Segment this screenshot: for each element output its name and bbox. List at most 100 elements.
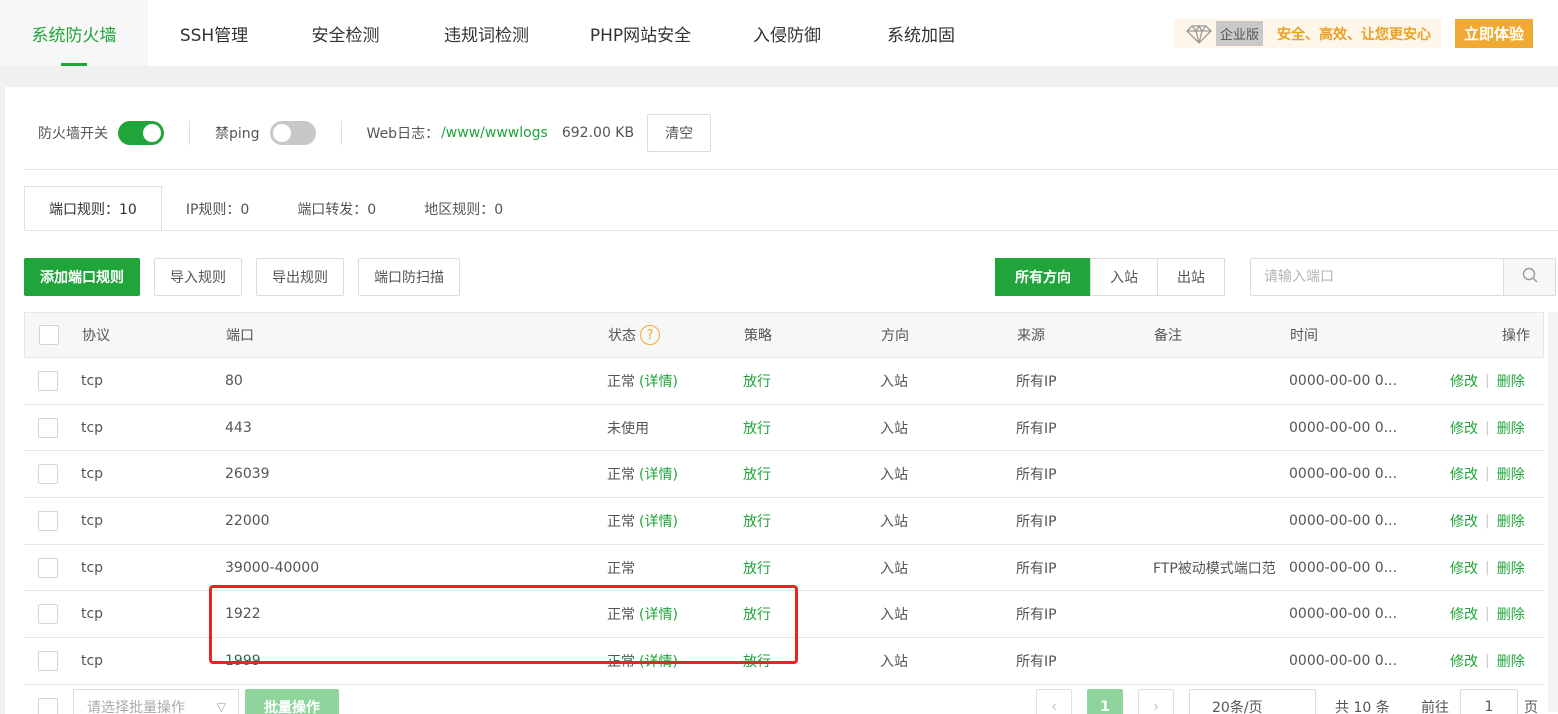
help-icon[interactable]: ? — [640, 325, 660, 345]
prev-page-button[interactable]: ‹ — [1036, 689, 1072, 714]
weblog-path-link[interactable]: /www/wwwlogs — [441, 125, 548, 141]
status-text: 正常 — [607, 513, 635, 530]
cell-actions: 修改 | 删除 — [1450, 405, 1525, 451]
cell-select — [38, 545, 58, 591]
port-search-input[interactable] — [1251, 259, 1503, 295]
cell-direction: 入站 — [880, 607, 908, 624]
cell-remark — [1153, 498, 1283, 544]
edit-link[interactable]: 修改 — [1450, 371, 1478, 391]
add-port-rule-button[interactable]: 添加端口规则 — [24, 258, 140, 296]
select-all-checkbox[interactable] — [39, 325, 59, 345]
cell-strategy: 放行 — [743, 607, 771, 624]
export-rules-button[interactable]: 导出规则 — [256, 258, 344, 296]
direction-filter: 所有方向 入站 出站 — [995, 258, 1225, 296]
edit-link[interactable]: 修改 — [1450, 604, 1478, 624]
row-checkbox[interactable] — [38, 510, 58, 531]
cell-select — [38, 451, 58, 497]
row-checkbox[interactable] — [38, 557, 58, 578]
tab-system-firewall[interactable]: 系统防火墙 — [0, 0, 148, 66]
page-size-select[interactable]: 20条/页 — [1189, 689, 1316, 714]
batch-operation-button[interactable]: 批量操作 — [245, 689, 339, 714]
delete-link[interactable]: 删除 — [1497, 511, 1525, 531]
table-body: tcp 80 放行 入站 所有IP 0000-00-00 0... 正常 (详情) 修改 | 删除 t… — [24, 358, 1544, 685]
header-direction: 方向 — [881, 328, 909, 344]
direction-all-button[interactable]: 所有方向 — [995, 258, 1091, 296]
ping-switch-label: 禁ping — [215, 126, 260, 142]
tab-security-check[interactable]: 安全检测 — [280, 0, 411, 66]
tab-port-forward[interactable]: 端口转发：0 — [273, 186, 400, 231]
cell-select — [38, 498, 58, 544]
delete-link[interactable]: 删除 — [1497, 558, 1525, 578]
direction-in-button[interactable]: 入站 — [1090, 258, 1158, 296]
ping-toggle[interactable] — [269, 121, 316, 145]
table-header: 协议 端口 状态 ? 策略 方向 来源 备注 时间 操作 — [24, 312, 1544, 358]
edit-link[interactable]: 修改 — [1450, 558, 1478, 578]
tab-system-hardening[interactable]: 系统加固 — [855, 0, 987, 66]
cell-actions: 修改 | 删除 — [1450, 545, 1525, 591]
edit-link[interactable]: 修改 — [1450, 651, 1478, 671]
cell-strategy: 放行 — [743, 653, 771, 670]
tab-port-rules[interactable]: 端口规则：10 — [24, 186, 162, 231]
status-detail-link[interactable]: (详情) — [639, 511, 678, 531]
tab-region-rules[interactable]: 地区规则：0 — [400, 186, 527, 231]
tab-ssh[interactable]: SSH管理 — [148, 0, 280, 66]
footer-select-checkbox[interactable] — [38, 698, 58, 714]
row-checkbox[interactable] — [38, 417, 58, 438]
import-rules-button[interactable]: 导入规则 — [154, 258, 242, 296]
header-status-cell: 状态 ? — [608, 313, 660, 357]
port-scan-protect-button[interactable]: 端口防扫描 — [358, 258, 460, 296]
cell-time: 0000-00-00 0... — [1289, 606, 1398, 623]
edit-link[interactable]: 修改 — [1450, 464, 1478, 484]
status-detail-link[interactable]: (详情) — [639, 371, 678, 391]
tab-php-security[interactable]: PHP网站安全 — [562, 0, 719, 66]
cell-status: 正常 — [607, 545, 639, 591]
table-row: tcp 1922 放行 入站 所有IP 0000-00-00 0... 正常 (详情) 修改 | 删… — [24, 591, 1544, 639]
cell-direction: 入站 — [880, 420, 908, 437]
row-checkbox[interactable] — [38, 464, 58, 485]
cell-status: 正常 (详情) — [607, 358, 678, 404]
cell-strategy: 放行 — [743, 513, 771, 530]
next-page-button[interactable]: › — [1138, 689, 1174, 714]
total-count: 共 10 条 — [1335, 700, 1390, 714]
status-detail-link[interactable]: (详情) — [639, 464, 678, 484]
edit-link[interactable]: 修改 — [1450, 511, 1478, 531]
header-status: 状态 — [608, 328, 636, 344]
delete-link[interactable]: 删除 — [1497, 604, 1525, 624]
cell-remark — [1153, 638, 1283, 684]
tab-ip-rules[interactable]: IP规则：0 — [162, 186, 273, 231]
cell-protocol: tcp — [81, 372, 104, 389]
batch-action-select[interactable]: 请选择批量操作 ▽ — [73, 689, 239, 714]
cell-strategy: 放行 — [743, 373, 771, 390]
cell-direction: 入站 — [880, 513, 908, 530]
table-scrollbar[interactable] — [1548, 312, 1558, 712]
status-detail-link[interactable]: (详情) — [639, 604, 678, 624]
cell-time: 0000-00-00 0... — [1289, 419, 1398, 436]
tab-violation-words[interactable]: 违规词检测 — [411, 0, 562, 66]
delete-link[interactable]: 删除 — [1497, 464, 1525, 484]
firewall-toggle[interactable] — [118, 121, 164, 145]
clear-log-button[interactable]: 清空 — [647, 114, 712, 152]
cell-port: 443 — [225, 419, 252, 436]
cell-actions: 修改 | 删除 — [1450, 591, 1525, 637]
cell-status: 正常 (详情) — [607, 638, 678, 684]
search-button[interactable] — [1503, 259, 1555, 295]
row-checkbox[interactable] — [38, 650, 58, 671]
tab-intrusion-defense[interactable]: 入侵防御 — [719, 0, 855, 66]
cell-strategy: 放行 — [743, 467, 771, 484]
current-page-button[interactable]: 1 — [1087, 689, 1123, 714]
status-detail-link[interactable]: (详情) — [639, 651, 678, 671]
action-divider: | — [1485, 606, 1490, 623]
cell-source: 所有IP — [1016, 420, 1057, 437]
table-row: tcp 80 放行 入站 所有IP 0000-00-00 0... 正常 (详情) 修改 | 删除 — [24, 358, 1544, 405]
delete-link[interactable]: 删除 — [1497, 418, 1525, 438]
chevron-right-icon: › — [1153, 699, 1159, 714]
port-rules-table: 协议 端口 状态 ? 策略 方向 来源 备注 时间 操作 tcp 80 放行 入站 所有… — [24, 312, 1544, 685]
edit-link[interactable]: 修改 — [1450, 418, 1478, 438]
row-checkbox[interactable] — [38, 604, 58, 625]
goto-page-input[interactable]: 1 — [1460, 689, 1518, 714]
row-checkbox[interactable] — [38, 370, 58, 391]
delete-link[interactable]: 删除 — [1497, 651, 1525, 671]
direction-out-button[interactable]: 出站 — [1157, 258, 1225, 296]
try-now-button[interactable]: 立即体验 — [1455, 19, 1534, 48]
delete-link[interactable]: 删除 — [1497, 371, 1525, 391]
